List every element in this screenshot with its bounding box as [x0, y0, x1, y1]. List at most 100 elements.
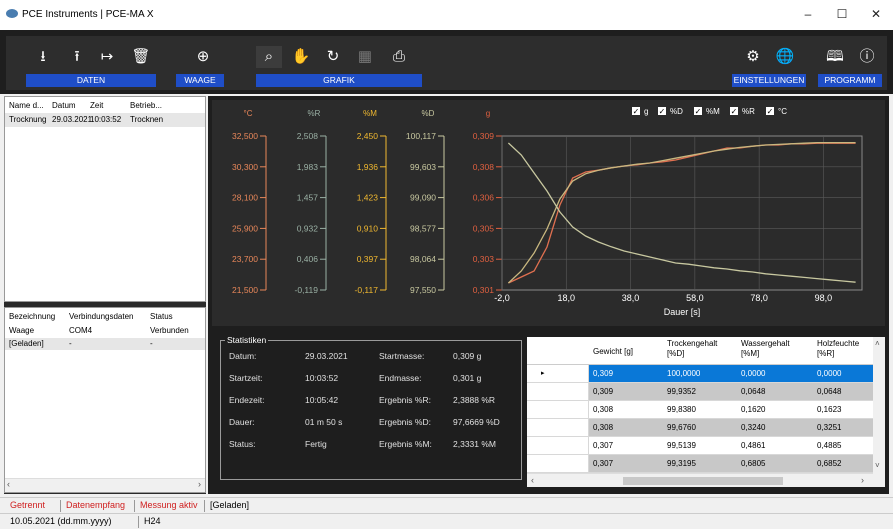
time-format: H24: [144, 516, 161, 526]
stat-label: Endmasse:: [379, 373, 422, 383]
window-title: PCE Instruments | PCE-MA X: [22, 9, 154, 20]
legend-label: °C: [778, 107, 787, 116]
save-to-device-icon[interactable]: ⭳: [30, 46, 56, 68]
legend-label: %D: [670, 107, 683, 116]
horizontal-scrollbar[interactable]: ‹ ›: [527, 473, 873, 487]
status-bar: Getrennt Datenempfang Messung aktiv [Gel…: [0, 497, 893, 513]
row-header-cell[interactable]: [527, 401, 589, 418]
row-header-cell[interactable]: [527, 437, 589, 454]
delete-icon[interactable]: 🗑: [128, 46, 154, 68]
table-cell: 0,0648: [817, 387, 842, 396]
settings-gear-icon[interactable]: ⚙: [740, 46, 766, 68]
toolbar: ⭳ ⭱ ↦ 🗑 DATEN ⊕ WAAGE ⌕ ✋ ↻ ▦ ⎙ GRAFIK ⚙…: [0, 30, 893, 94]
col-header-verbindungsdaten[interactable]: Verbindungsdaten: [69, 312, 134, 321]
list-cell: Trocknen: [130, 115, 164, 124]
tick-label: 0,910: [357, 223, 379, 233]
device-list[interactable]: Bezeichnung Verbindungsdaten Status Waag…: [4, 307, 206, 493]
chart-svg[interactable]: °C 32,500 30,300 28,100 25,900 23,700 21,500 %R…: [212, 100, 885, 326]
stat-label: Startzeit:: [229, 373, 263, 383]
list-cell: Trocknung: [9, 115, 47, 124]
table-header: Gewicht [g] Trockengehalt [%D] Wassergeh…: [527, 337, 873, 365]
list-cell: 29.03.2021: [52, 115, 93, 124]
col-header-betrieb[interactable]: Betrieb...: [130, 101, 162, 110]
stat-value: 10:05:42: [305, 395, 339, 405]
table-cell: 0,309: [593, 369, 614, 378]
maximize-button[interactable]: ☐: [828, 4, 856, 24]
title-bar: PCE Instruments | PCE-MA X – ☐ ✕: [0, 0, 893, 30]
row-header-cell[interactable]: [527, 419, 589, 436]
list-item[interactable]: Trocknung 29.03.2021 10:03:52 Trocknen: [5, 113, 205, 127]
language-globe-icon[interactable]: 🌐: [772, 46, 798, 68]
list-cell: -: [69, 339, 72, 348]
table-cell: 0,0000: [817, 369, 842, 378]
scroll-left-icon[interactable]: ‹: [531, 475, 534, 485]
export-icon[interactable]: ↦: [94, 46, 120, 68]
col-header-name[interactable]: Name d...: [9, 101, 44, 110]
axis-title: °C: [244, 109, 253, 118]
row-header-cell[interactable]: ▸: [527, 365, 589, 382]
add-scale-icon[interactable]: ⊕: [190, 46, 216, 68]
row-header-cell[interactable]: [527, 383, 589, 400]
table-row[interactable]: 0,308 99,8380 0,1620 0,1623: [527, 401, 873, 419]
minimize-button[interactable]: –: [794, 4, 822, 24]
info-icon[interactable]: ⓘ: [854, 46, 880, 68]
check-icon: ✓: [767, 107, 774, 116]
x-tick-label: -2,0: [494, 293, 510, 303]
col-header-status[interactable]: Status: [150, 312, 173, 321]
scroll-right-icon[interactable]: ›: [198, 479, 201, 489]
scroll-right-icon[interactable]: ›: [861, 475, 864, 485]
x-tick-label: 58,0: [686, 293, 704, 303]
table-cell: 99,8380: [667, 405, 696, 414]
x-tick-label: 78,0: [750, 293, 768, 303]
col-header-zeit[interactable]: Zeit: [90, 101, 103, 110]
list-cell: Verbunden: [150, 326, 189, 335]
grid-icon[interactable]: ▦: [352, 46, 378, 68]
table-header-cell[interactable]: Wassergehalt [%M]: [741, 339, 803, 359]
axis-title: %M: [363, 109, 377, 118]
list-cell: -: [150, 339, 153, 348]
reset-view-icon[interactable]: ↻: [320, 46, 346, 68]
stat-label: Ergebnis %R:: [379, 395, 431, 405]
close-button[interactable]: ✕: [862, 4, 890, 24]
table-row[interactable]: 0,307 99,5139 0,4861 0,4885: [527, 437, 873, 455]
group-grafik: GRAFIK: [256, 74, 422, 87]
scroll-up-icon[interactable]: ˄: [875, 339, 880, 348]
check-icon: ✓: [659, 107, 666, 116]
table-row[interactable]: 0,309 99,9352 0,0648 0,0648: [527, 383, 873, 401]
stat-value: 29.03.2021: [305, 351, 348, 361]
table-header-cell[interactable]: Holzfeuchte [%R]: [817, 339, 873, 359]
measurement-list[interactable]: Name d... Datum Zeit Betrieb... Trocknun…: [4, 96, 206, 302]
zoom-icon[interactable]: ⌕: [256, 46, 282, 68]
tick-label: 0,397: [357, 254, 379, 264]
row-header-cell[interactable]: [527, 455, 589, 472]
col-header-datum[interactable]: Datum: [52, 101, 76, 110]
pan-hand-icon[interactable]: ✋: [288, 46, 314, 68]
stat-value: 2,3331 %M: [453, 439, 496, 449]
manual-book-icon[interactable]: 🕮: [822, 46, 848, 68]
data-table[interactable]: Gewicht [g] Trockengehalt [%D] Wassergeh…: [527, 337, 885, 487]
scroll-down-icon[interactable]: ˅: [875, 461, 880, 470]
tick-label: 30,300: [232, 162, 258, 172]
stat-value: Fertig: [305, 439, 327, 449]
table-row[interactable]: ▸ 0,309 100,0000 0,0000 0,0000: [527, 365, 873, 383]
vertical-scrollbar[interactable]: ˄ ˅: [873, 337, 885, 487]
scrollbar-thumb[interactable]: [623, 477, 783, 485]
table-row[interactable]: 0,307 99,3195 0,6805 0,6852: [527, 455, 873, 473]
load-from-device-icon[interactable]: ⭱: [64, 46, 90, 68]
col-header-bezeichnung[interactable]: Bezeichnung: [9, 312, 55, 321]
tick-label: 1,423: [357, 193, 379, 203]
stat-label: Status:: [229, 439, 256, 449]
print-icon[interactable]: ⎙: [386, 46, 412, 68]
horizontal-scrollbar[interactable]: ‹ ›: [5, 478, 205, 492]
status-measurement-active: Messung aktiv: [140, 500, 198, 510]
list-cell: [Geladen]: [9, 339, 44, 348]
scroll-left-icon[interactable]: ‹: [7, 479, 10, 489]
table-row[interactable]: 0,308 99,6760 0,3240 0,3251: [527, 419, 873, 437]
list-item[interactable]: [Geladen] - -: [5, 338, 205, 350]
app-logo-icon: [6, 9, 18, 18]
table-header-cell[interactable]: Trockengehalt [%D]: [667, 339, 729, 359]
table-header-cell[interactable]: Gewicht [g]: [593, 347, 633, 356]
tick-label: 0,932: [297, 223, 319, 233]
stat-value: 01 m 50 s: [305, 417, 343, 427]
status-separator: [138, 516, 139, 528]
